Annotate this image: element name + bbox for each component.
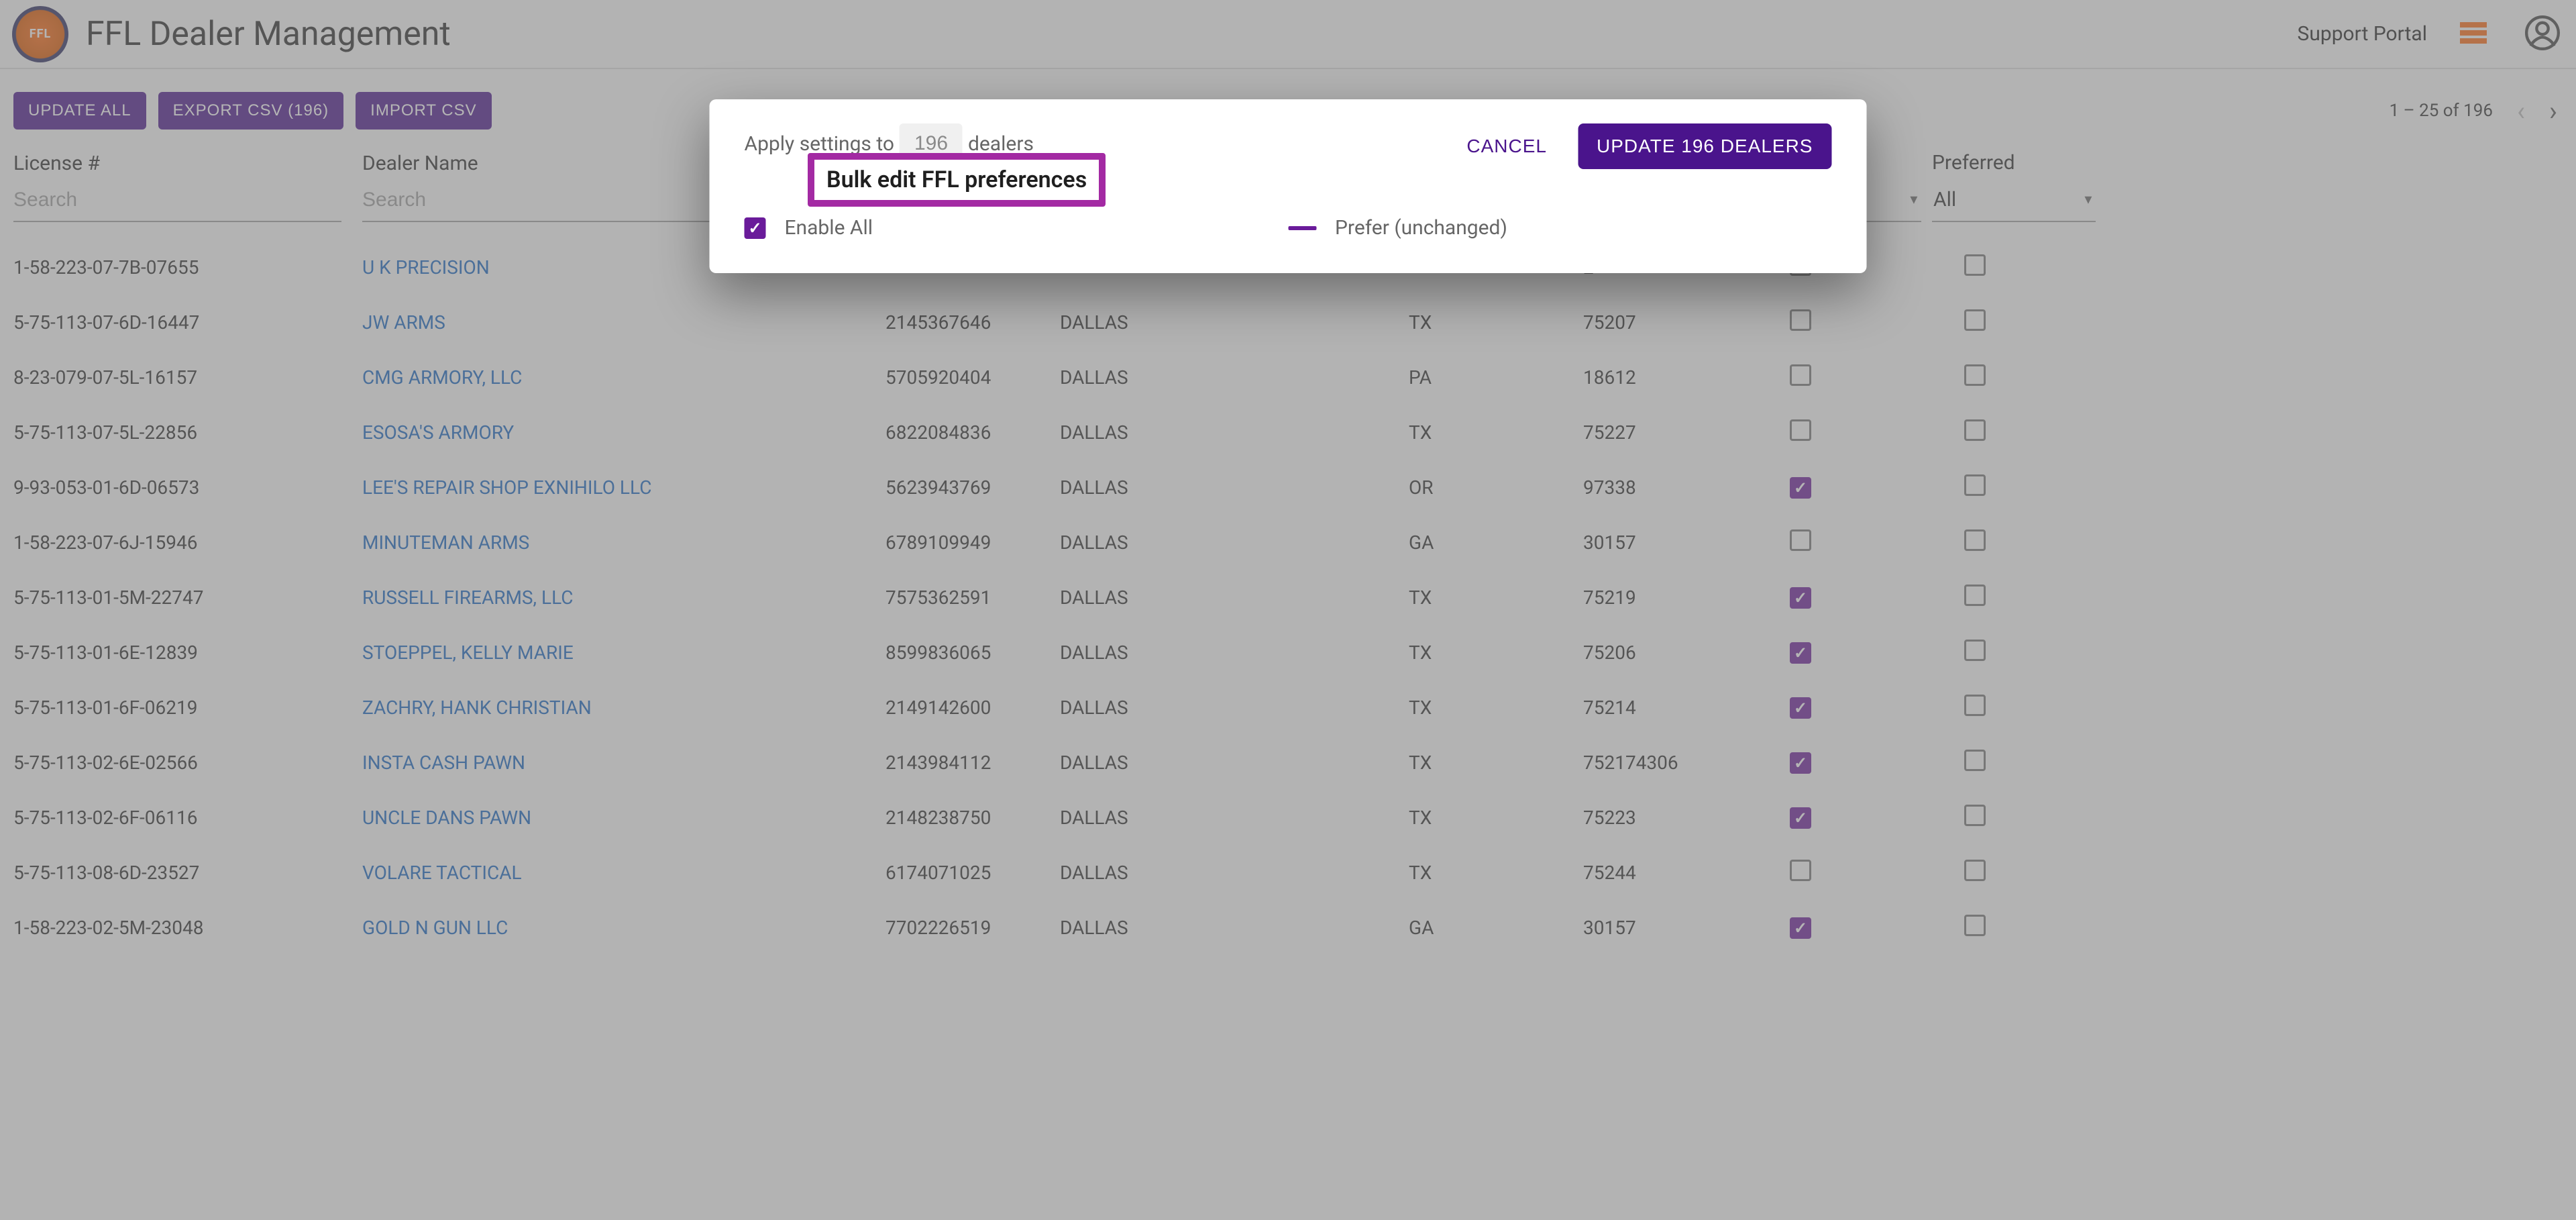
dialog-title-highlight: Bulk edit FFL preferences xyxy=(808,153,1106,207)
apply-prefix: Apply settings to xyxy=(745,132,894,156)
update-dealers-button[interactable]: UPDATE 196 DEALERS xyxy=(1578,123,1832,169)
enable-all-checkbox[interactable] xyxy=(745,217,766,239)
enable-all-option[interactable]: Enable All xyxy=(745,216,1289,240)
prefer-indeterminate-icon[interactable] xyxy=(1288,226,1316,230)
enable-all-label: Enable All xyxy=(785,216,873,240)
apply-suffix: dealers xyxy=(968,132,1034,156)
prefer-option[interactable]: Prefer (unchanged) xyxy=(1288,216,1832,240)
dialog-title: Bulk edit FFL preferences xyxy=(826,166,1087,193)
cancel-button[interactable]: CANCEL xyxy=(1454,125,1559,168)
prefer-label: Prefer (unchanged) xyxy=(1335,216,1507,240)
